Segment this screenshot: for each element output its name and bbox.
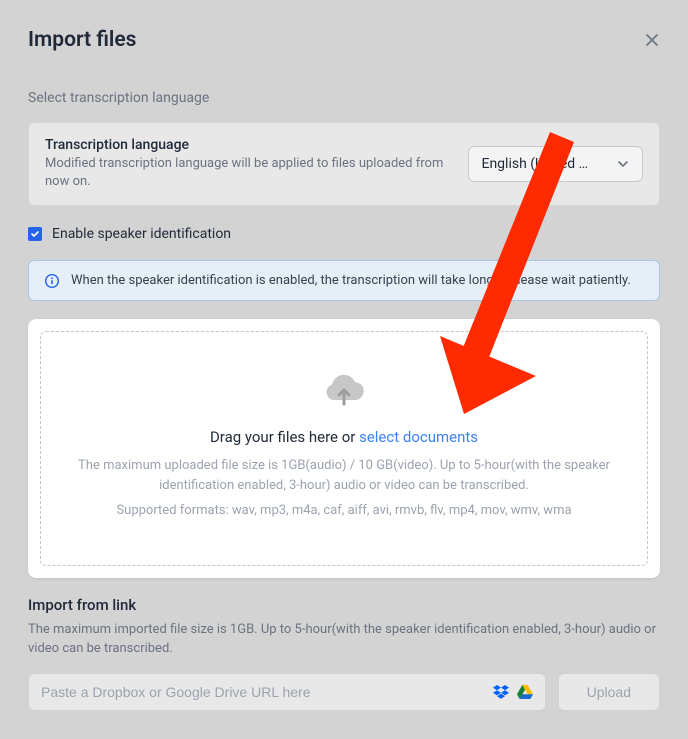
language-section-label: Select transcription language (28, 90, 660, 106)
import-link-description: The maximum imported file size is 1GB. U… (28, 620, 660, 659)
dropzone-maxsize: The maximum uploaded file size is 1GB(au… (53, 456, 635, 495)
google-drive-icon (517, 685, 533, 699)
speaker-id-row: Enable speaker identification (28, 226, 660, 242)
close-icon (644, 32, 660, 48)
cloud-upload-icon (53, 370, 635, 410)
modal-title: Import files (28, 28, 136, 52)
dropbox-icon (493, 685, 509, 699)
close-button[interactable] (644, 32, 660, 48)
dropzone-highlight: Drag your files here or select documents… (28, 319, 660, 578)
upload-button[interactable]: Upload (558, 673, 660, 711)
info-icon (45, 274, 59, 288)
language-text: Transcription language Modified transcri… (45, 137, 452, 191)
speaker-id-label: Enable speaker identification (52, 226, 231, 242)
speaker-id-checkbox[interactable] (28, 227, 42, 241)
language-description: Modified transcription language will be … (45, 155, 452, 191)
file-dropzone[interactable]: Drag your files here or select documents… (40, 331, 648, 566)
import-link-input-wrap (28, 673, 546, 711)
chevron-down-icon (616, 157, 630, 171)
import-link-title: Import from link (28, 596, 660, 614)
speaker-info-banner: When the speaker identification is enabl… (28, 260, 660, 301)
dropzone-prompt: Drag your files here or select documents (53, 428, 635, 446)
provider-icons (493, 685, 533, 699)
import-files-modal: Import files Select transcription langua… (0, 0, 688, 739)
modal-header: Import files (28, 28, 660, 52)
speaker-info-text: When the speaker identification is enabl… (71, 273, 631, 288)
language-panel: Transcription language Modified transcri… (28, 122, 660, 206)
import-link-input[interactable] (41, 684, 493, 700)
language-selected-value: English (United … (481, 156, 588, 172)
check-icon (30, 229, 40, 239)
language-title: Transcription language (45, 137, 452, 153)
dropzone-prompt-prefix: Drag your files here or (210, 428, 359, 446)
select-documents-link[interactable]: select documents (359, 428, 478, 446)
dropzone-formats: Supported formats: wav, mp3, m4a, caf, a… (53, 501, 635, 521)
language-select[interactable]: English (United … (468, 146, 643, 182)
import-link-row: Upload (28, 673, 660, 711)
